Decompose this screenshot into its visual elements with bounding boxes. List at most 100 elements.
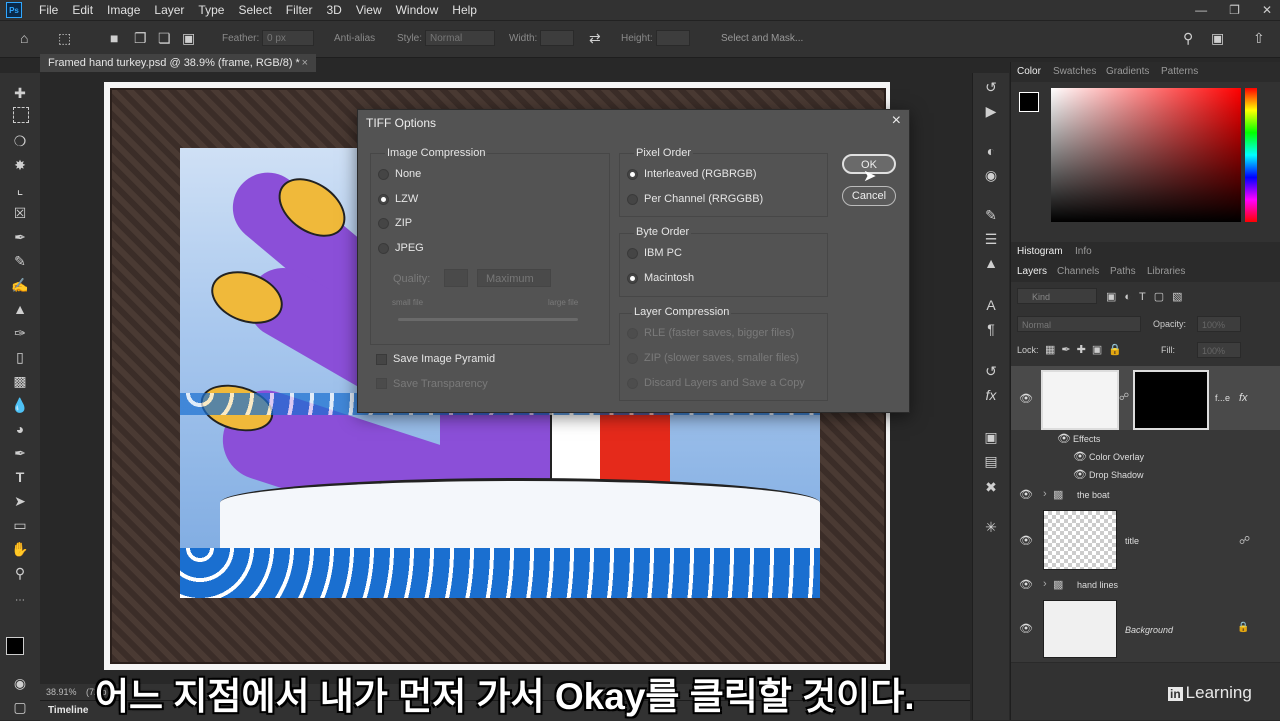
- workspace-icon[interactable]: ▣: [1211, 30, 1224, 47]
- clone-stamp-icon[interactable]: ▲: [10, 299, 30, 319]
- byte-order-ibm-radio[interactable]: [627, 248, 638, 259]
- panel-foreground-swatch[interactable]: [1019, 92, 1039, 112]
- menu-help[interactable]: Help: [445, 3, 484, 17]
- tab-paths[interactable]: Paths: [1110, 266, 1136, 277]
- history-panel-icon[interactable]: ↺: [981, 79, 1001, 97]
- zoom-icon[interactable]: ⚲: [10, 563, 30, 583]
- marquee-tool-preset-icon[interactable]: ⬚: [58, 30, 71, 47]
- pixel-order-interleaved-label[interactable]: Interleaved (RGBRGB): [644, 168, 756, 180]
- pixel-order-per-channel-label[interactable]: Per Channel (RRGGBB): [644, 193, 763, 205]
- notes-icon[interactable]: ▤: [981, 453, 1001, 471]
- menu-view[interactable]: View: [349, 3, 389, 17]
- menu-layer[interactable]: Layer: [147, 3, 191, 17]
- visibility-eye-icon[interactable]: 👁: [1057, 432, 1071, 445]
- clone-source-icon[interactable]: ▲: [981, 255, 1001, 273]
- share-icon[interactable]: ⇧: [1253, 30, 1265, 47]
- fill-input[interactable]: 100%: [1197, 342, 1241, 358]
- menu-edit[interactable]: Edit: [65, 3, 100, 17]
- menu-file[interactable]: File: [32, 3, 65, 17]
- drop-shadow-row[interactable]: 👁 Drop Shadow: [1011, 466, 1280, 485]
- visibility-eye-icon[interactable]: 👁: [1073, 450, 1087, 463]
- fx-icon[interactable]: fx: [1239, 392, 1248, 404]
- menu-image[interactable]: Image: [100, 3, 147, 17]
- cancel-button[interactable]: Cancel: [842, 186, 896, 206]
- menu-3d[interactable]: 3D: [319, 3, 348, 17]
- visibility-eye-icon[interactable]: 👁: [1019, 578, 1033, 591]
- visibility-eye-icon[interactable]: 👁: [1019, 392, 1033, 405]
- height-input[interactable]: [656, 30, 690, 46]
- antialias-label[interactable]: Anti-alias: [334, 33, 375, 44]
- select-and-mask-button[interactable]: Select and Mask...: [721, 33, 803, 44]
- new-selection-icon[interactable]: ■: [110, 30, 118, 46]
- actions-play-icon[interactable]: ▶: [981, 103, 1001, 121]
- menu-select[interactable]: Select: [231, 3, 278, 17]
- tab-channels[interactable]: Channels: [1057, 266, 1099, 277]
- visibility-eye-icon[interactable]: 👁: [1019, 622, 1033, 635]
- byte-order-mac-radio[interactable]: [627, 273, 638, 284]
- close-tab-icon[interactable]: ×: [302, 54, 308, 72]
- history-brush-icon[interactable]: ✑: [10, 323, 30, 343]
- close-dialog-icon[interactable]: ×: [892, 112, 901, 130]
- healing-brush-icon[interactable]: ✎: [10, 251, 30, 271]
- effects-row[interactable]: 👁 Effects: [1011, 430, 1280, 449]
- lasso-icon[interactable]: ❍: [10, 131, 30, 151]
- tab-gradients[interactable]: Gradients: [1106, 66, 1149, 77]
- pixel-order-interleaved-radio[interactable]: [627, 169, 638, 180]
- layer-discard-radio[interactable]: [627, 378, 638, 389]
- intersect-selection-icon[interactable]: ▣: [182, 30, 195, 47]
- frame-tool-icon[interactable]: ☒: [10, 203, 30, 223]
- 3d-panel-icon[interactable]: ✳: [981, 519, 1001, 537]
- tab-info[interactable]: Info: [1075, 246, 1092, 257]
- layer-title[interactable]: 👁 title ☍: [1011, 506, 1280, 575]
- save-image-pyramid-label[interactable]: Save Image Pyramid: [393, 353, 495, 365]
- compression-zip-radio[interactable]: [378, 218, 389, 229]
- expand-chevron-icon[interactable]: ›: [1043, 488, 1047, 500]
- tab-libraries[interactable]: Libraries: [1147, 266, 1185, 277]
- blend-mode-select[interactable]: Normal: [1017, 316, 1141, 332]
- feather-input[interactable]: 0 px: [262, 30, 314, 46]
- character-panel-icon[interactable]: A: [981, 297, 1001, 315]
- visibility-eye-icon[interactable]: 👁: [1019, 488, 1033, 501]
- tab-swatches[interactable]: Swatches: [1053, 66, 1096, 77]
- smart-object-link-icon[interactable]: ☍: [1239, 534, 1250, 547]
- rectangle-tool-icon[interactable]: ▭: [10, 515, 30, 535]
- styles-fx-icon[interactable]: fx: [981, 387, 1001, 405]
- brush-settings-icon[interactable]: ✎: [981, 207, 1001, 225]
- subtract-selection-icon[interactable]: ❏: [158, 30, 171, 47]
- search-icon[interactable]: ⚲: [1183, 30, 1193, 47]
- navigator-icon[interactable]: ↺: [981, 363, 1001, 381]
- save-image-pyramid-checkbox[interactable]: [376, 354, 387, 365]
- quick-select-icon[interactable]: ✸: [10, 155, 30, 175]
- add-selection-icon[interactable]: ❐: [134, 30, 147, 47]
- document-tab[interactable]: Framed hand turkey.psd @ 38.9% (frame, R…: [40, 54, 316, 72]
- menu-type[interactable]: Type: [191, 3, 231, 17]
- layer-frame[interactable]: 👁 ☍ f...e fx: [1011, 366, 1280, 431]
- hand-icon[interactable]: ✋: [10, 539, 30, 559]
- layer-background[interactable]: 👁 Background 🔒: [1011, 596, 1280, 663]
- layer-filter-icons[interactable]: ▣◐T▢▧: [1106, 290, 1191, 303]
- swap-icon[interactable]: ⇄: [589, 30, 601, 47]
- dodge-icon[interactable]: ◕: [10, 419, 30, 439]
- byte-order-mac-label[interactable]: Macintosh: [644, 272, 694, 284]
- quality-input[interactable]: [444, 269, 468, 287]
- save-transparency-checkbox[interactable]: [376, 378, 387, 389]
- color-picker-field[interactable]: [1051, 88, 1241, 222]
- layer-group-the-boat[interactable]: 👁 › ▩ the boat: [1011, 484, 1280, 507]
- compression-jpeg-label[interactable]: JPEG: [395, 242, 424, 254]
- eyedropper-icon[interactable]: ✒: [10, 227, 30, 247]
- adjustments-icon[interactable]: ◐: [981, 143, 1001, 161]
- compression-lzw-label[interactable]: LZW: [395, 193, 418, 205]
- compression-zip-label[interactable]: ZIP: [395, 217, 412, 229]
- expand-chevron-icon[interactable]: ›: [1043, 578, 1047, 590]
- gradient-icon[interactable]: ▩: [10, 371, 30, 391]
- layer-mask-thumbnail[interactable]: [1133, 370, 1209, 430]
- tools-cross-icon[interactable]: ✖: [981, 479, 1001, 497]
- foreground-color-swatch[interactable]: [6, 637, 24, 655]
- layer-zip-radio[interactable]: [627, 353, 638, 364]
- paragraph-panel-icon[interactable]: ¶: [981, 321, 1001, 339]
- compression-none-radio[interactable]: [378, 169, 389, 180]
- timeline-tab[interactable]: Timeline: [48, 705, 88, 716]
- home-icon[interactable]: ⌂: [20, 30, 28, 46]
- quality-slider[interactable]: [398, 318, 578, 321]
- layer-group-hand-lines[interactable]: 👁 › ▩ hand lines: [1011, 574, 1280, 597]
